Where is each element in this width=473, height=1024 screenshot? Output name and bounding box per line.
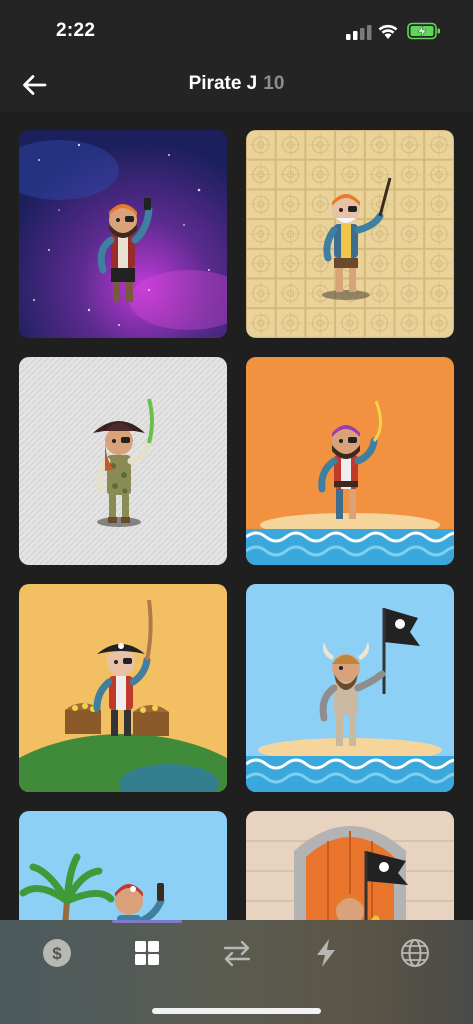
status-bar: 2:22 xyxy=(0,0,473,60)
pirate-orange-island-image xyxy=(246,357,454,565)
home-indicator xyxy=(152,1008,321,1014)
dollar-coin-icon[interactable]: $ xyxy=(40,936,74,970)
globe-icon[interactable] xyxy=(398,936,432,970)
nft-grid xyxy=(0,112,473,920)
status-time: 2:22 xyxy=(56,20,96,41)
nft-card[interactable] xyxy=(19,357,227,565)
nft-card[interactable] xyxy=(246,584,454,792)
pirate-galaxy-image xyxy=(19,130,227,338)
pirate-castle-door-image xyxy=(246,811,454,920)
pirate-globe-treasure-image xyxy=(19,584,227,792)
nft-card[interactable] xyxy=(246,811,454,920)
collection-title: Pirate J xyxy=(188,73,258,94)
pirate-white-texture-image xyxy=(19,357,227,565)
page-title: Pirate J 10 xyxy=(0,73,473,95)
battery-charging-icon xyxy=(407,22,440,40)
nft-card[interactable] xyxy=(19,811,227,920)
pirate-palm-image xyxy=(19,811,227,920)
wifi-icon xyxy=(378,24,398,39)
nft-card[interactable] xyxy=(246,357,454,565)
grid-icon[interactable] xyxy=(130,936,164,970)
pirate-blue-island-image xyxy=(246,584,454,792)
pirate-tan-pattern-image xyxy=(246,130,454,338)
active-tab-indicator xyxy=(112,920,182,923)
nft-card[interactable] xyxy=(19,130,227,338)
lightning-icon[interactable] xyxy=(309,936,343,970)
nft-card[interactable] xyxy=(246,130,454,338)
svg-text:$: $ xyxy=(52,944,62,963)
collection-count: 10 xyxy=(263,73,285,94)
cellular-signal-icon xyxy=(346,25,372,40)
swap-arrows-icon[interactable] xyxy=(220,936,254,970)
nav-header: Pirate J 10 xyxy=(0,60,473,112)
nft-card[interactable] xyxy=(19,584,227,792)
